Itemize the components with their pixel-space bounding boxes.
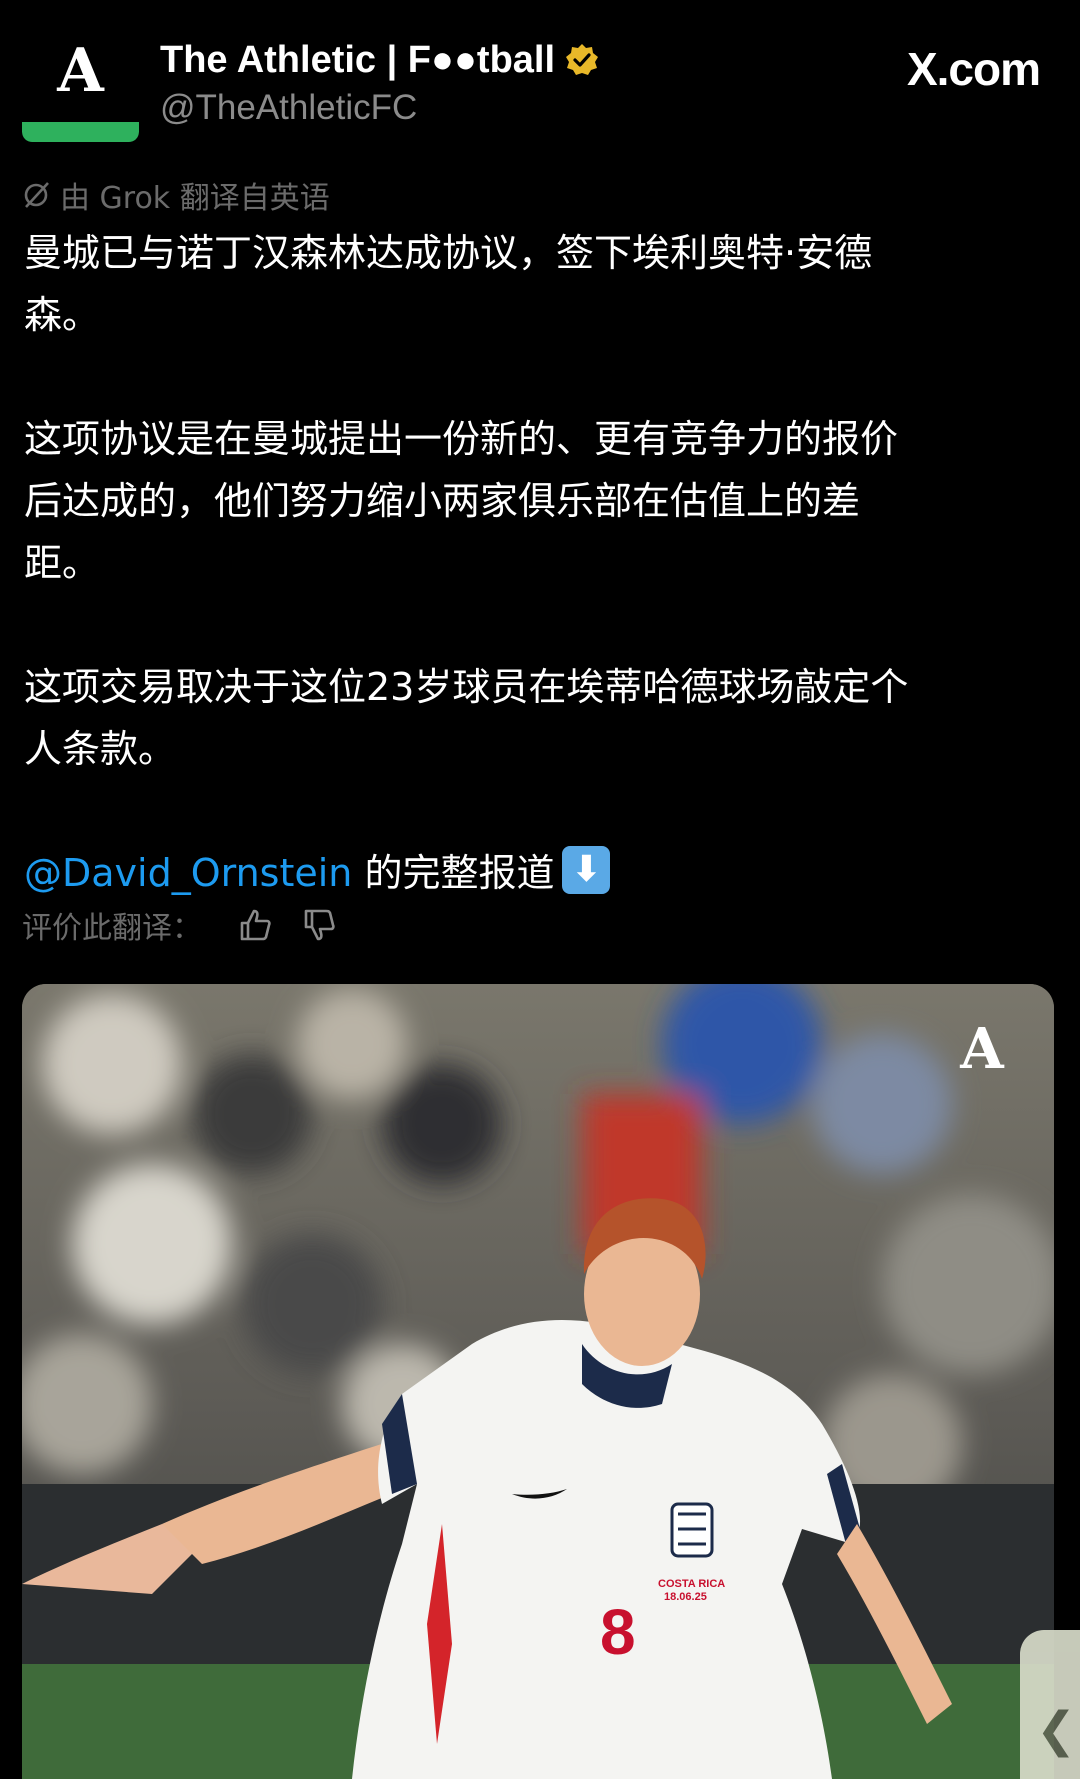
tweet-photo[interactable]: 8 COSTA RICA 18.06.25 A — [22, 984, 1054, 1779]
mention-link[interactable]: @David_Ornstein — [24, 851, 352, 895]
tweet-line: 后达成的，他们努力缩小两家俱乐部在估值上的差 — [24, 479, 861, 523]
account-avatar[interactable]: A — [22, 22, 139, 142]
avatar-green-bar — [22, 122, 139, 142]
mention-suffix: 的完整报道 — [352, 851, 555, 895]
account-name[interactable]: The Athletic | F●●tball — [160, 39, 555, 82]
tweet-line: 曼城已与诺丁汉森林达成协议，签下埃利奥特·安德 — [24, 231, 873, 275]
shirt-match-text: COSTA RICA — [658, 1578, 725, 1590]
side-panel-handle[interactable]: ❮ — [1020, 1630, 1080, 1779]
chevron-left-icon: ❮ — [1036, 1702, 1077, 1758]
rate-translation-row: 评价此翻译： — [22, 900, 338, 950]
tweet-line: 森。 — [24, 293, 101, 337]
shirt-match-date: 18.06.25 — [664, 1591, 707, 1603]
rate-label: 评价此翻译： — [22, 911, 202, 946]
athletic-watermark-logo: A — [960, 1016, 1004, 1082]
thumbs-up-icon[interactable] — [238, 907, 274, 943]
tweet-line: 人条款。 — [24, 727, 177, 771]
tweet-line: 这项协议是在曼城提出一份新的、更有竞争力的报价 — [24, 417, 899, 461]
tweet-mention-line: @David_Ornstein 的完整报道 ⬇ — [24, 842, 1054, 904]
player-photo-image: 8 COSTA RICA 18.06.25 — [22, 984, 1054, 1779]
tweet-line: 这项交易取决于这位23岁球员在埃蒂哈德球场敲定个 — [24, 665, 909, 709]
account-name-row[interactable]: The Athletic | F●●tball — [160, 38, 599, 82]
tweet-header: A The Athletic | F●●tball @TheAthleticFC… — [0, 0, 1080, 170]
down-arrow-emoji-icon: ⬇ — [562, 846, 611, 894]
site-brand: X.com — [906, 43, 1041, 95]
account-handle[interactable]: @TheAthleticFC — [160, 88, 417, 128]
shirt-number: 8 — [600, 1596, 636, 1668]
tweet-line: 距。 — [24, 541, 101, 585]
avatar-logo-letter: A — [57, 36, 104, 106]
thumbs-down-icon[interactable] — [302, 907, 338, 943]
grok-icon — [24, 182, 49, 208]
verified-badge-icon — [566, 44, 599, 75]
translation-notice[interactable]: 由 Grok 翻译自英语 — [22, 174, 330, 216]
tweet-body: 曼城已与诺丁汉森林达成协议，签下埃利奥特·安德 森。 这项协议是在曼城提出一份新… — [24, 222, 1054, 904]
translation-label: 由 Grok 翻译自英语 — [60, 181, 330, 216]
